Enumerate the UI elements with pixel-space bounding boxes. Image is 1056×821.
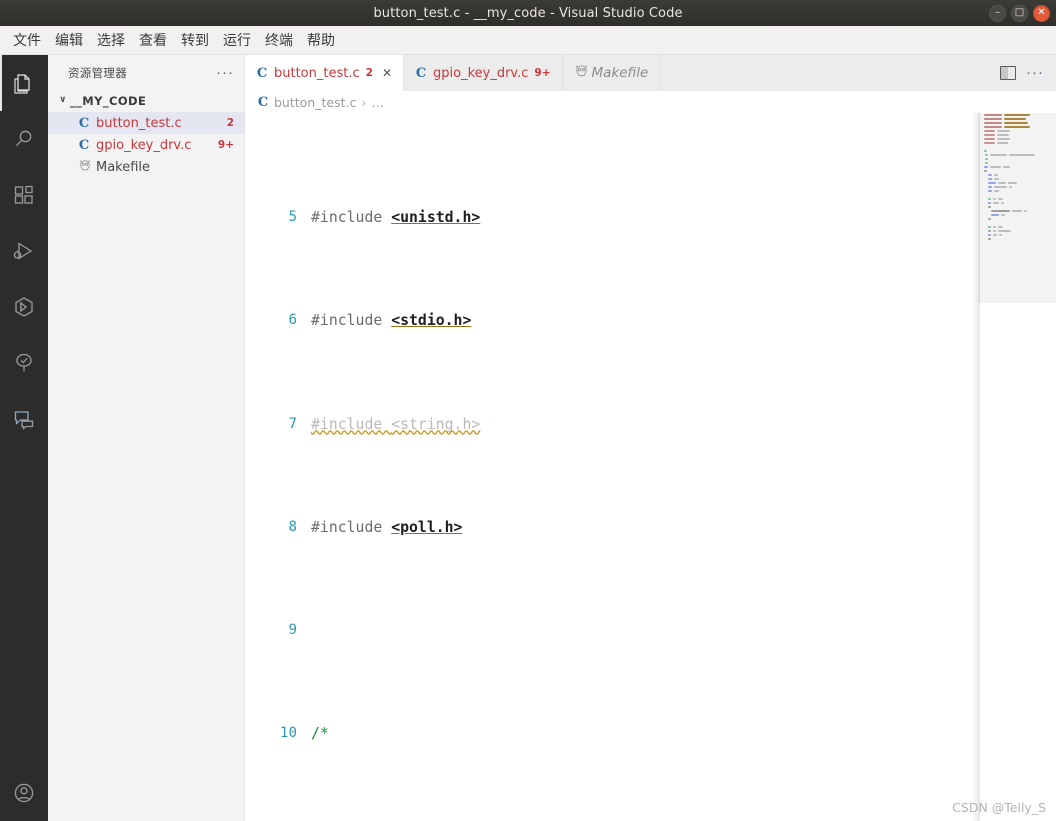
tab-error-badge: 2 [365,67,373,79]
activity-accounts[interactable] [0,765,48,821]
code-line: 6 #include <stdio.h> [245,308,1056,334]
file-item-label: Makefile [96,159,151,175]
file-item-button-test-c[interactable]: C button_test.c 2 [48,112,244,134]
title-bar: button_test.c - __my_code - Visual Studi… [0,0,1056,26]
comments-icon [12,407,36,431]
sidebar-more-actions-icon[interactable]: ··· [216,65,234,80]
file-item-makefile[interactable]: Makefile [48,156,244,178]
tab-label: button_test.c [274,65,360,81]
c-file-icon: C [415,65,427,81]
window-controls: – □ ✕ [989,0,1050,26]
folder-root-my-code[interactable]: ∨ __MY_CODE [48,90,244,112]
explorer-icon [12,71,36,95]
explorer-sidebar: 资源管理器 ··· ∨ __MY_CODE C button_test.c 2 … [48,55,245,821]
code-viewport[interactable]: 5 #include <unistd.h> 6 #include <stdio.… [245,113,1056,821]
menu-item-help[interactable]: 帮助 [300,27,342,53]
breadcrumb-trailing[interactable]: … [371,95,384,110]
line-number: 9 [288,621,297,638]
breadcrumb-separator-icon: › [361,94,367,110]
file-item-error-badge: 9+ [217,139,234,151]
line-text: #include <unistd.h> [311,209,481,227]
tab-gpio-key-drv-c[interactable]: C gpio_key_drv.c 9+ [404,55,563,91]
close-button[interactable]: ✕ [1033,4,1050,22]
code-line: 10 /* [245,721,1056,747]
menu-item-go[interactable]: 转到 [174,27,216,53]
editor-more-actions-icon[interactable]: ··· [1026,65,1044,80]
tab-label: Makefile [591,65,649,81]
line-number: 6 [288,312,297,329]
code-line: 5 #include <unistd.h> [245,205,1056,231]
menu-item-edit[interactable]: 编辑 [48,27,90,53]
testing-icon [12,351,36,375]
menu-bar: 文件 编辑 选择 查看 转到 运行 终端 帮助 [0,26,1056,55]
extensions-icon [12,183,36,207]
c-file-icon: C [78,115,90,131]
line-number: 8 [288,518,297,535]
editor-tab-actions: ··· [988,55,1056,91]
split-editor-icon[interactable] [1000,66,1016,80]
c-file-icon: C [78,137,90,153]
window-title: button_test.c - __my_code - Visual Studi… [373,5,683,21]
sidebar-title: 资源管理器 [68,65,127,80]
menu-item-view[interactable]: 查看 [132,27,174,53]
breadcrumb-file[interactable]: button_test.c [274,95,356,110]
activity-remote-explorer[interactable] [0,279,48,335]
tab-label: gpio_key_drv.c [433,65,529,81]
line-text: #include <stdio.h> [311,312,472,330]
file-item-error-badge: 2 [226,117,234,129]
chevron-down-icon: ∨ [59,95,67,105]
search-icon [12,127,36,151]
editor-area: C button_test.c 2 ✕ C gpio_key_drv.c 9+ … [245,55,1056,821]
menu-item-terminal[interactable]: 终端 [258,27,300,53]
c-file-icon: C [257,94,269,110]
editor-tab-bar: C button_test.c 2 ✕ C gpio_key_drv.c 9+ … [245,55,1056,91]
remote-explorer-icon [12,295,36,319]
maximize-button[interactable]: □ [1011,4,1028,22]
line-number: 7 [288,415,297,432]
activity-comments[interactable] [0,391,48,447]
activity-bar-bottom [0,765,48,821]
activity-search[interactable] [0,111,48,167]
minimap[interactable] [978,113,1056,821]
watermark-text: CSDN @Telly_S [952,800,1046,815]
code-content: 5 #include <unistd.h> 6 #include <stdio.… [245,113,1056,821]
code-line: 9 [245,618,1056,644]
line-number: 5 [288,209,297,226]
activity-bar [0,55,48,821]
file-item-gpio-key-drv-c[interactable]: C gpio_key_drv.c 9+ [48,134,244,156]
menu-item-run[interactable]: 运行 [216,27,258,53]
folder-root-label: __MY_CODE [70,94,147,108]
file-item-label: button_test.c [96,115,182,131]
accounts-icon [12,781,36,805]
activity-explorer[interactable] [0,55,48,111]
tab-error-badge: 9+ [534,67,551,79]
makefile-gnu-icon [78,159,91,176]
breadcrumb: C button_test.c › … [245,91,1056,113]
minimize-button[interactable]: – [989,4,1006,22]
line-text: /* [311,725,329,743]
line-text: #include <poll.h> [311,518,463,536]
code-line: 7 #include <string.h> [245,412,1056,438]
menu-item-file[interactable]: 文件 [6,27,48,53]
tab-makefile[interactable]: Makefile [563,55,661,91]
run-debug-icon [12,239,36,263]
code-line: 8 #include <poll.h> [245,515,1056,541]
makefile-gnu-icon [574,64,587,82]
file-item-label: gpio_key_drv.c [96,137,192,153]
line-number: 10 [279,725,297,742]
activity-extensions[interactable] [0,167,48,223]
line-text: #include <string.h> [311,415,481,433]
sidebar-header: 资源管理器 ··· [48,55,244,90]
tab-close-icon[interactable]: ✕ [382,66,392,80]
activity-testing[interactable] [0,335,48,391]
menu-item-select[interactable]: 选择 [90,27,132,53]
activity-run-debug[interactable] [0,223,48,279]
c-file-icon: C [256,65,268,81]
tab-button-test-c[interactable]: C button_test.c 2 ✕ [245,55,404,91]
